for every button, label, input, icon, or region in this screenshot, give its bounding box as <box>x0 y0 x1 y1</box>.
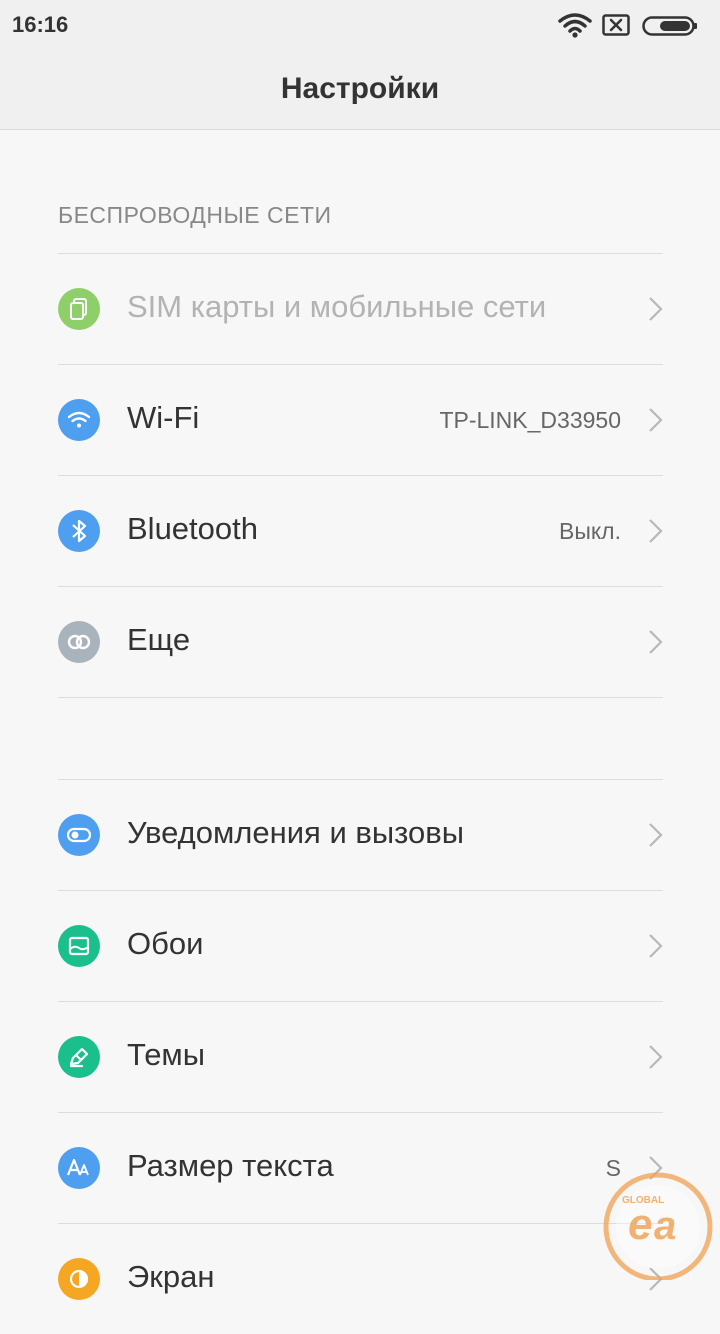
settings-item-label: Еще <box>127 622 191 657</box>
chevron-right-icon <box>649 408 663 432</box>
chevron-right-icon <box>649 519 663 543</box>
settings-item-more[interactable]: Еще <box>0 587 720 697</box>
status-time: 16:16 <box>12 12 69 37</box>
settings-item-label: Экран <box>127 1259 215 1294</box>
settings-item-bluetooth[interactable]: Bluetooth Выкл. <box>0 476 720 586</box>
bluetooth-status: Выкл. <box>558 518 621 544</box>
no-sim-icon <box>602 14 630 36</box>
chevron-right-icon <box>649 1045 663 1069</box>
settings-item-label: Размер текста <box>127 1148 334 1183</box>
settings-item-label: SIM карты и мобильные сети <box>127 289 547 324</box>
settings-item-themes[interactable]: Темы <box>0 1002 720 1112</box>
settings-item-wifi[interactable]: Wi-Fi TP-LINK_D33950 <box>0 365 720 475</box>
bluetooth-icon <box>58 510 100 552</box>
svg-text:GLOBAL: GLOBAL <box>622 1195 664 1206</box>
settings-item-label: Bluetooth <box>127 511 258 546</box>
chevron-right-icon <box>649 297 663 321</box>
settings-item-label: Темы <box>127 1037 206 1072</box>
text-size-icon <box>58 1147 100 1189</box>
chevron-right-icon <box>649 630 663 654</box>
status-bar: 16:16 <box>0 0 720 52</box>
section-header-wireless: БЕСПРОВОДНЫЕ СЕТИ <box>58 202 332 228</box>
divider <box>58 697 663 698</box>
wifi-signal-icon <box>558 13 592 38</box>
wifi-icon <box>58 399 100 441</box>
settings-item-label: Обои <box>127 926 204 961</box>
svg-text:a: a <box>654 1204 676 1248</box>
settings-item-label: Уведомления и вызовы <box>127 815 464 850</box>
settings-item-notifications[interactable]: Уведомления и вызовы <box>0 780 720 890</box>
battery-icon <box>642 16 697 36</box>
wifi-network-name: TP-LINK_D33950 <box>439 407 621 433</box>
link-icon <box>58 621 100 663</box>
watermark-logo: e a GLOBAL <box>603 1172 713 1280</box>
title-bar: Настройки <box>0 52 720 130</box>
toggle-icon <box>58 814 100 856</box>
themes-brush-icon <box>58 1036 100 1078</box>
svg-text:e: e <box>628 1200 652 1249</box>
chevron-right-icon <box>649 823 663 847</box>
wallpaper-icon <box>58 925 100 967</box>
settings-item-sim-cards[interactable]: SIM карты и мобильные сети <box>0 254 720 364</box>
page-title: Настройки <box>280 72 440 105</box>
settings-item-wallpaper[interactable]: Обои <box>0 891 720 1001</box>
sim-cards-icon <box>58 288 100 330</box>
display-icon <box>58 1258 100 1300</box>
settings-item-label: Wi-Fi <box>127 400 200 435</box>
chevron-right-icon <box>649 934 663 958</box>
